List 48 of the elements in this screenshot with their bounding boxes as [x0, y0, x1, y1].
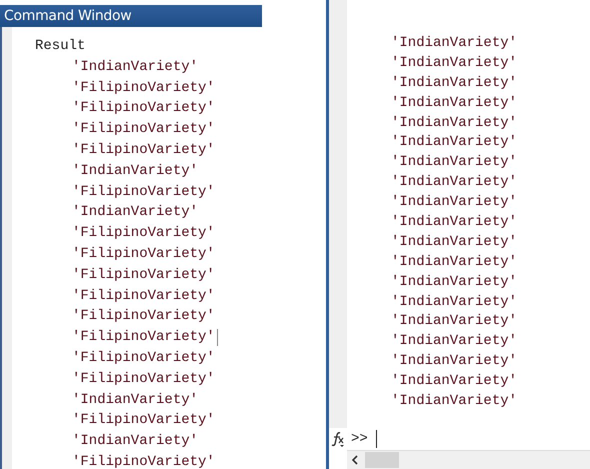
output-value: 'IndianVariety' — [391, 174, 518, 190]
text-cursor — [216, 329, 218, 346]
output-value: 'IndianVariety' — [391, 313, 518, 330]
output-value: 'IndianVariety' — [391, 393, 518, 410]
output-value: 'IndianVariety' — [391, 35, 518, 51]
horizontal-scrollbar[interactable] — [347, 450, 590, 469]
output-value: 'FilipinoVariety' — [72, 99, 215, 118]
scrollbar-thumb[interactable] — [365, 452, 399, 468]
command-prompt: >> — [351, 431, 368, 447]
output-value: 'IndianVariety' — [391, 373, 518, 390]
function-icon[interactable] — [331, 431, 345, 447]
output-value: 'IndianVariety' — [72, 203, 198, 222]
output-value: 'IndianVariety' — [391, 274, 518, 290]
output-value: 'IndianVariety' — [391, 194, 518, 210]
output-value: 'FilipinoVariety' — [72, 140, 215, 160]
output-value: 'FilipinoVariety' — [72, 224, 215, 244]
panel-title: Command Window — [0, 5, 262, 27]
output-value: 'FilipinoVariety' — [72, 244, 215, 264]
output-value: 'FilipinoVariety' — [72, 182, 215, 202]
output-value: 'FilipinoVariety' — [72, 307, 215, 326]
output-value: 'IndianVariety' — [391, 74, 518, 91]
output-value: 'IndianVariety' — [391, 54, 518, 71]
variable-name: Result — [35, 37, 86, 56]
output-value: 'IndianVariety' — [72, 432, 198, 452]
output-value: 'IndianVariety' — [391, 234, 518, 250]
output-value: 'FilipinoVariety' — [72, 120, 215, 140]
output-value: 'IndianVariety' — [391, 94, 518, 111]
output-value: 'FilipinoVariety' — [72, 266, 215, 285]
output-value: 'IndianVariety' — [391, 114, 518, 131]
output-value: 'IndianVariety' — [391, 254, 518, 270]
scroll-left-icon[interactable] — [351, 455, 359, 465]
output-value: 'FilipinoVariety' — [72, 328, 215, 348]
output-value: 'FilipinoVariety' — [72, 452, 215, 469]
output-value: 'IndianVariety' — [72, 162, 198, 181]
output-value: 'IndianVariety' — [391, 214, 518, 230]
output-value: 'FilipinoVariety' — [72, 78, 215, 98]
output-value: 'IndianVariety' — [391, 134, 518, 150]
output-value: 'IndianVariety' — [391, 294, 518, 310]
output-value: 'FilipinoVariety' — [72, 348, 215, 368]
output-value: 'IndianVariety' — [391, 353, 518, 370]
output-value: 'IndianVariety' — [391, 154, 518, 170]
output-value: 'IndianVariety' — [72, 390, 198, 410]
output-value: 'FilipinoVariety' — [72, 370, 215, 389]
output-value: 'FilipinoVariety' — [72, 286, 215, 306]
output-value: 'IndianVariety' — [391, 333, 518, 350]
output-value: 'IndianVariety' — [72, 58, 198, 77]
text-cursor — [376, 430, 377, 448]
output-value: 'FilipinoVariety' — [72, 411, 215, 430]
